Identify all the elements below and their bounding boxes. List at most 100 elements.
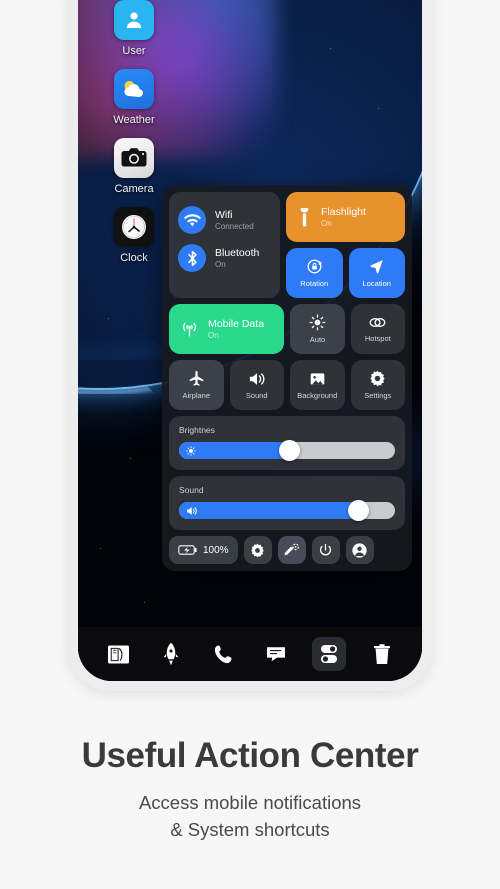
wifi-toggle[interactable]: Wifi Connected: [178, 201, 271, 239]
brightness-auto-icon: [309, 314, 326, 331]
messages-icon: [265, 645, 287, 663]
mobile-data-label: Mobile Data: [208, 318, 265, 330]
rotation-lock-icon: [306, 258, 323, 275]
flashlight-icon: [297, 207, 312, 227]
bluetooth-toggle[interactable]: Bluetooth On: [178, 239, 271, 277]
rotation-label: Rotation: [300, 279, 329, 288]
clock-icon: [114, 207, 154, 247]
power-button[interactable]: [311, 536, 340, 564]
sound-tile[interactable]: Sound: [229, 360, 284, 410]
mobile-data-tile[interactable]: Mobile Data On: [169, 304, 285, 354]
edit-shortcut-button[interactable]: [277, 536, 306, 564]
connectivity-card: Wifi Connected Bluetooth On: [169, 192, 280, 298]
app-camera[interactable]: Camera: [96, 138, 172, 195]
phone-screen: User Weather Camera Clock Wifi Connected…: [78, 0, 422, 681]
rotation-location-row: Rotation Location: [286, 248, 405, 298]
volume-knob[interactable]: [347, 500, 369, 521]
background-label: Background: [297, 390, 338, 400]
phone-icon: [213, 644, 234, 665]
speaker-icon: [248, 371, 266, 387]
sound-label: Sound: [245, 390, 268, 400]
brightness-icon: [186, 445, 196, 456]
hotspot-tile[interactable]: Hotspot: [350, 304, 405, 354]
weather-icon: [114, 69, 154, 109]
app-label: Clock: [120, 252, 148, 264]
phone-device-frame: User Weather Camera Clock Wifi Connected…: [68, 0, 432, 691]
auto-brightness-tile[interactable]: Auto: [290, 304, 345, 354]
bluetooth-label: Bluetooth: [215, 246, 260, 259]
power-icon: [318, 543, 333, 558]
airplane-icon: [188, 370, 205, 387]
settings-tile[interactable]: Settings: [350, 360, 405, 410]
bluetooth-icon: [178, 244, 206, 272]
app-user[interactable]: User: [96, 0, 172, 57]
control-row-top: Wifi Connected Bluetooth On Flashlight O…: [169, 192, 405, 298]
volume-icon: [186, 506, 198, 516]
brightness-knob[interactable]: [279, 440, 301, 461]
battery-status[interactable]: 100%: [169, 536, 238, 564]
settings-label: Settings: [364, 391, 392, 400]
control-col-right: Flashlight On Rotation Location: [286, 192, 405, 298]
app-weather[interactable]: Weather: [96, 69, 172, 126]
control-row-middle: Mobile Data On Auto Hotspot: [169, 304, 405, 354]
brightness-slider[interactable]: [179, 440, 395, 461]
subtitle: Access mobile notifications & System sho…: [0, 790, 500, 844]
control-center-panel: Wifi Connected Bluetooth On Flashlight O…: [162, 185, 412, 571]
quick-action-bar: 100%: [169, 536, 405, 564]
promo-screen: User Weather Camera Clock Wifi Connected…: [0, 0, 500, 889]
dock-bar: [78, 627, 422, 681]
app-clock[interactable]: Clock: [96, 207, 172, 264]
finder-icon: [107, 644, 130, 665]
app-label: User: [122, 45, 146, 57]
hotspot-label: Hotspot: [364, 334, 391, 343]
camera-icon: [114, 138, 154, 178]
location-label: Location: [362, 279, 391, 288]
profile-icon: [351, 542, 368, 559]
brightness-label: Brightnes: [179, 425, 215, 435]
gear-icon: [369, 370, 386, 387]
brightness-slider-card: Brightnes: [169, 416, 405, 470]
volume-slider[interactable]: [179, 500, 395, 521]
home-app-grid: User Weather Camera Clock: [96, 0, 172, 276]
headline: Useful Action Center: [81, 736, 419, 775]
edit-icon: [284, 543, 300, 558]
profile-button[interactable]: [345, 536, 374, 564]
bluetooth-status: On: [215, 259, 226, 269]
hotspot-icon: [368, 315, 387, 330]
dock-item-launchpad[interactable]: [154, 637, 188, 671]
app-label: Weather: [113, 114, 155, 126]
wifi-icon: [178, 206, 206, 234]
control-row-bottom: Airplane Sound Background Settings: [169, 360, 405, 410]
background-tile[interactable]: Background: [290, 360, 345, 410]
app-label: Camera: [114, 183, 154, 195]
dock-item-control-center[interactable]: [311, 637, 346, 671]
subtitle-line-2: & System shortcuts: [170, 818, 330, 840]
user-icon: [114, 0, 154, 40]
brightness-fill: [179, 442, 294, 459]
promo-caption: Useful Action Center Access mobile notif…: [0, 736, 500, 844]
dock-item-finder[interactable]: [101, 637, 135, 671]
flashlight-status: On: [321, 219, 332, 228]
airplane-tile[interactable]: Airplane: [169, 360, 224, 410]
dock-item-trash[interactable]: [365, 637, 399, 671]
launchpad-icon: [162, 642, 180, 666]
flashlight-tile[interactable]: Flashlight On: [286, 192, 405, 242]
volume-fill: [179, 502, 365, 519]
gear-icon: [250, 543, 265, 558]
location-tile[interactable]: Location: [348, 248, 405, 298]
wifi-status: Connected: [215, 221, 254, 231]
dock-item-messages[interactable]: [259, 637, 293, 671]
rotation-tile[interactable]: Rotation: [286, 248, 343, 298]
trash-icon: [373, 643, 391, 665]
image-icon: [309, 371, 326, 387]
settings-shortcut-button[interactable]: [243, 536, 272, 564]
dock-item-phone[interactable]: [207, 637, 241, 671]
volume-slider-card: Sound: [169, 476, 405, 530]
mobile-data-status: On: [208, 331, 219, 340]
signal-icon: [180, 320, 199, 338]
location-arrow-icon: [368, 258, 385, 275]
flashlight-label: Flashlight: [321, 206, 366, 218]
subtitle-line-1: Access mobile notifications: [138, 792, 362, 813]
battery-charging-icon: [178, 544, 198, 556]
toggles-icon: [319, 643, 339, 665]
